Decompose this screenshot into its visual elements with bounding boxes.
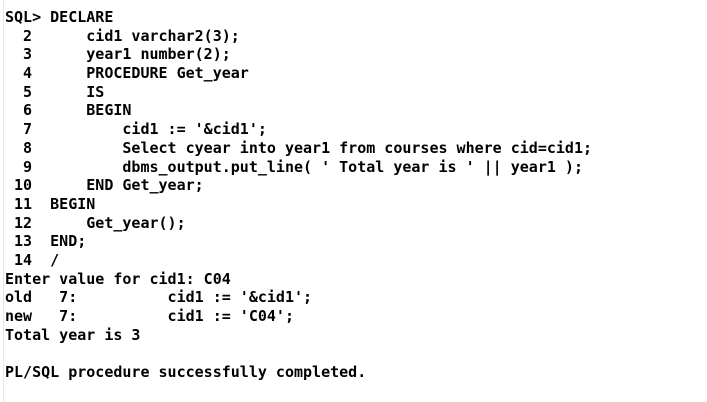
code-line-13: 13 END;: [5, 232, 87, 251]
code-line-12: 12 Get_year();: [5, 213, 186, 232]
code-line-7: 7 cid1 := '&cid1';: [5, 120, 267, 139]
code-line-5: 5 IS: [5, 82, 105, 101]
window-edge: [0, 0, 4, 402]
terminal-output: SQL> DECLARE 2 cid1 varchar2(3); 3 year1…: [5, 8, 592, 382]
code-line-10: 10 END Get_year;: [5, 176, 204, 195]
code-line-6: 6 BEGIN: [5, 101, 132, 120]
code-line-11: 11 BEGIN: [5, 194, 96, 213]
sqlplus-terminal[interactable]: SQL> DECLARE 2 cid1 varchar2(3); 3 year1…: [0, 0, 707, 402]
code-line-4: 4 PROCEDURE Get_year: [5, 64, 249, 83]
code-line-3: 3 year1 number(2);: [5, 45, 231, 64]
code-line-8: 8 Select cyear into year1 from courses w…: [5, 138, 592, 157]
code-line-9: 9 dbms_output.put_line( ' Total year is …: [5, 157, 583, 176]
new-value-line: new 7: cid1 := 'C04';: [5, 307, 294, 325]
completion-message: PL/SQL procedure successfully completed.: [5, 363, 367, 382]
sql-prompt-line: SQL> DECLARE: [5, 8, 114, 26]
code-line-14: 14 /: [5, 250, 60, 269]
substitution-prompt: Enter value for cid1: C04: [5, 269, 231, 288]
old-value-line: old 7: cid1 := '&cid1';: [5, 288, 313, 307]
output-line: Total year is 3: [5, 325, 141, 344]
code-line-2: 2 cid1 varchar2(3);: [5, 26, 240, 45]
